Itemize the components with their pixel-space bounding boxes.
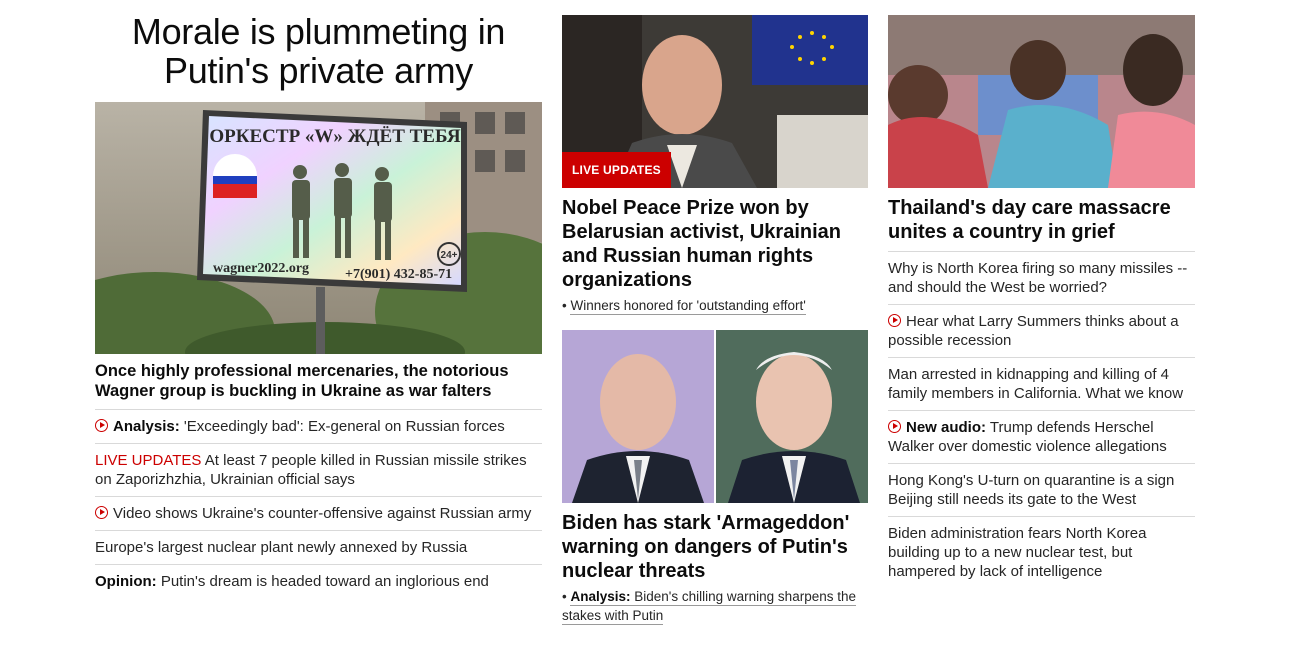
lead-column: Morale is plummeting in Putin's private …: [95, 0, 542, 598]
wagner-billboard-photo[interactable]: ОРКЕСТР «W» ЖДЁТ ТЕБЯ 24+ wagner2022.org…: [95, 102, 542, 354]
nobel-headline[interactable]: Nobel Peace Prize won by Belarusian acti…: [562, 196, 868, 292]
play-video-icon: [95, 506, 108, 519]
putin-biden-photo[interactable]: [562, 330, 868, 503]
list-item[interactable]: Why is North Korea firing so many missil…: [888, 252, 1195, 305]
list-item[interactable]: LIVE UPDATES At least 7 people killed in…: [95, 444, 542, 497]
item-text: Europe's largest nuclear plant newly ann…: [95, 539, 468, 556]
play-video-icon: [888, 420, 901, 433]
lead-subheadline[interactable]: Once highly professional mercenaries, th…: [95, 361, 542, 401]
nobel-subtext-link: Winners honored for 'outstanding effort': [570, 298, 806, 315]
item-prefix: Analysis:: [113, 418, 180, 435]
play-video-icon: [888, 314, 901, 327]
play-video-icon: [95, 419, 108, 432]
list-item[interactable]: Europe's largest nuclear plant newly ann…: [95, 531, 542, 565]
live-updates-badge: LIVE UPDATES: [562, 152, 671, 188]
billboard-phone: +7(901) 432-85-71: [345, 267, 452, 282]
billboard-age: 24+: [441, 250, 458, 261]
live-updates-label: LIVE UPDATES: [95, 452, 202, 469]
nobel-laureate-photo[interactable]: LIVE UPDATES: [562, 15, 868, 188]
list-item[interactable]: Man arrested in kidnapping and killing o…: [888, 358, 1195, 411]
billboard-site: wagner2022.org: [213, 261, 309, 276]
middle-column: LIVE UPDATES Nobel Peace Prize won by Be…: [562, 0, 868, 625]
list-item[interactable]: Opinion: Putin's dream is headed toward …: [95, 565, 542, 598]
right-headline-list: Why is North Korea firing so many missil…: [888, 251, 1195, 588]
lead-headline[interactable]: Morale is plummeting in Putin's private …: [95, 12, 542, 90]
mourners-image: [888, 15, 1195, 188]
list-item[interactable]: Video shows Ukraine's counter-offensive …: [95, 497, 542, 531]
biden-headline[interactable]: Biden has stark 'Armageddon' warning on …: [562, 511, 868, 583]
list-item[interactable]: New audio: Trump defends Herschel Walker…: [888, 411, 1195, 464]
lead-related-list: Analysis: 'Exceedingly bad': Ex-general …: [95, 409, 542, 598]
item-text: 'Exceedingly bad': Ex-general on Russian…: [183, 418, 505, 435]
thailand-headline[interactable]: Thailand's day care massacre unites a co…: [888, 196, 1195, 244]
split-portrait-image: [562, 330, 868, 503]
item-text: Hear what Larry Summers thinks about a p…: [888, 313, 1179, 349]
item-text: Man arrested in kidnapping and killing o…: [888, 366, 1184, 402]
nobel-subtext[interactable]: • Winners honored for 'outstanding effor…: [562, 296, 868, 315]
list-item[interactable]: Biden administration fears North Korea b…: [888, 517, 1195, 588]
item-prefix: New audio:: [906, 419, 987, 436]
item-text: Putin's dream is headed toward an inglor…: [160, 573, 489, 590]
biden-subtext[interactable]: • Analysis: Biden's chilling warning sha…: [562, 587, 868, 625]
item-prefix: Analysis:: [570, 589, 631, 604]
right-column: Thailand's day care massacre unites a co…: [888, 0, 1195, 588]
item-text: Video shows Ukraine's counter-offensive …: [113, 505, 532, 522]
list-item[interactable]: Hong Kong's U-turn on quarantine is a si…: [888, 464, 1195, 517]
item-text: Why is North Korea firing so many missil…: [888, 260, 1188, 296]
item-prefix: Opinion:: [95, 573, 157, 590]
list-item[interactable]: Analysis: 'Exceedingly bad': Ex-general …: [95, 410, 542, 444]
billboard-text: ОРКЕСТР «W» ЖДЁТ ТЕБЯ: [209, 126, 461, 147]
item-text: Biden administration fears North Korea b…: [888, 525, 1147, 580]
item-text: Hong Kong's U-turn on quarantine is a si…: [888, 472, 1175, 508]
wagner-billboard-image: ОРКЕСТР «W» ЖДЁТ ТЕБЯ 24+ wagner2022.org…: [95, 102, 542, 354]
list-item[interactable]: Hear what Larry Summers thinks about a p…: [888, 305, 1195, 358]
thailand-mourners-photo[interactable]: [888, 15, 1195, 188]
